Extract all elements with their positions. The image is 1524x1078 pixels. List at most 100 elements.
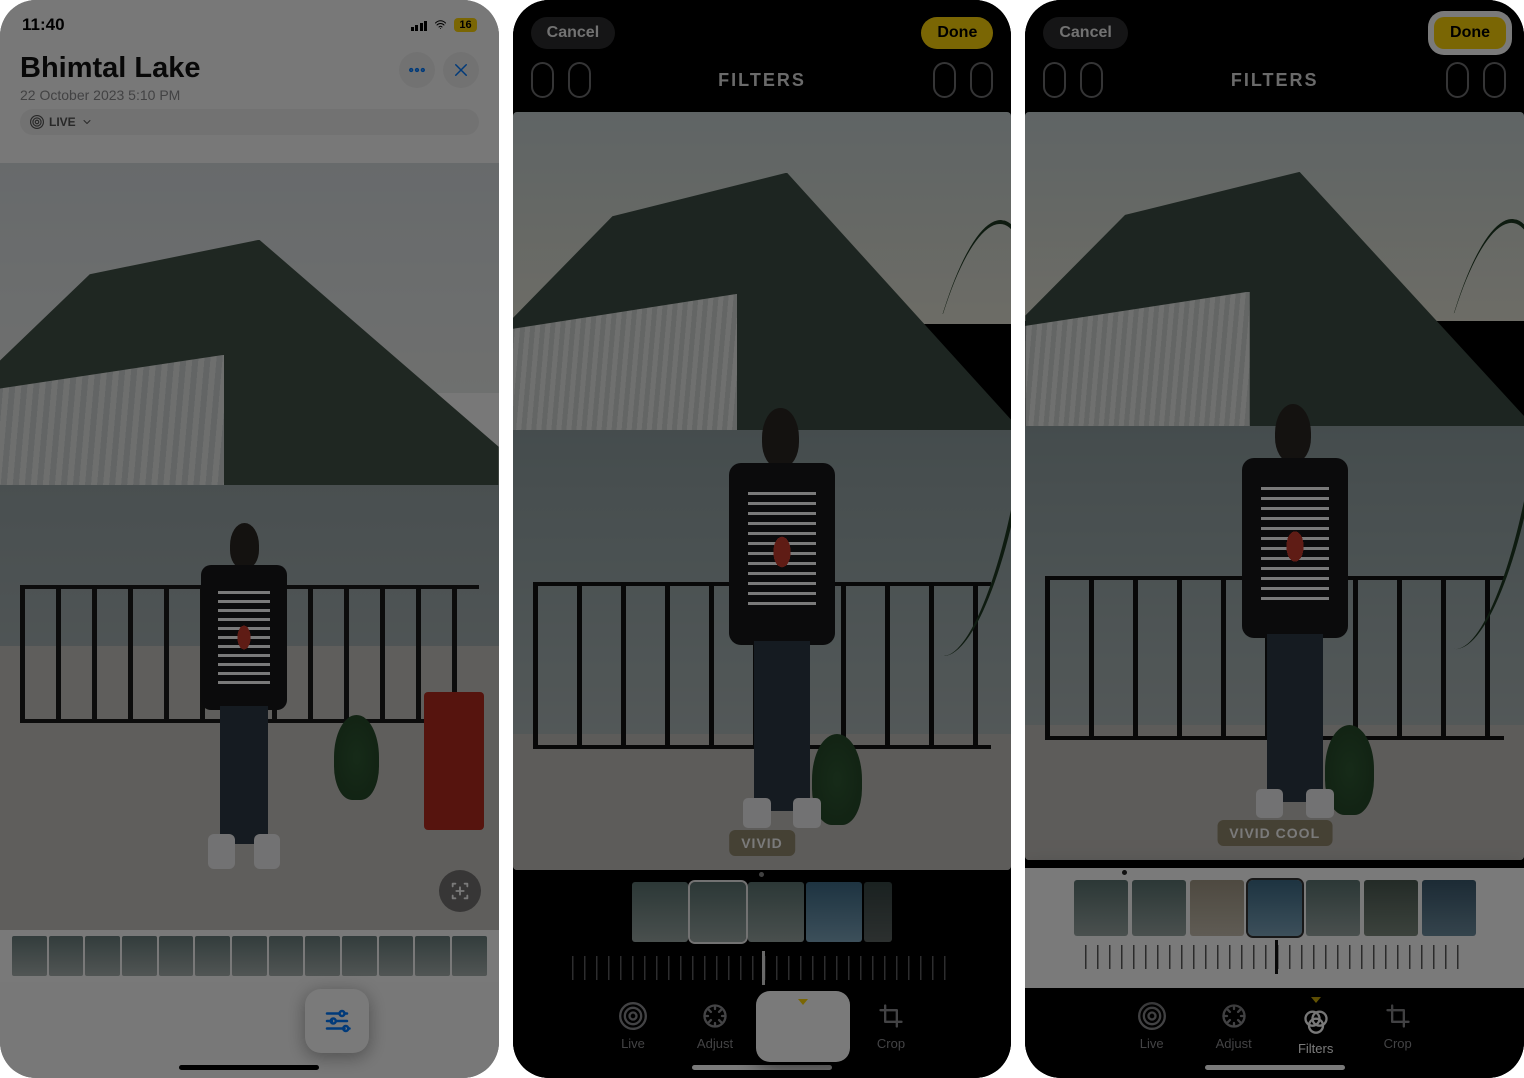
undo-button[interactable] xyxy=(531,62,554,98)
redo-button[interactable] xyxy=(1080,62,1103,98)
photo-edit-preview[interactable]: VIVID xyxy=(513,112,1012,870)
redo-icon xyxy=(1083,71,1101,89)
more-button[interactable] xyxy=(399,52,435,88)
crop-icon xyxy=(877,1002,905,1030)
tab-adjust[interactable]: Adjust xyxy=(1193,1002,1275,1051)
filter-thumb[interactable] xyxy=(1306,880,1360,936)
cancel-button[interactable]: Cancel xyxy=(531,17,615,49)
cancel-label: Cancel xyxy=(1059,24,1111,42)
current-filter-chip: VIVID COOL xyxy=(1217,820,1332,846)
filter-thumb[interactable] xyxy=(864,882,892,942)
info-icon xyxy=(227,1008,253,1034)
undo-icon xyxy=(1046,71,1064,89)
tab-adjust[interactable]: Adjust xyxy=(674,1002,756,1051)
filter-thumb[interactable] xyxy=(632,882,688,942)
info-button[interactable] xyxy=(217,998,263,1044)
tab-label: Crop xyxy=(877,1036,905,1051)
close-icon xyxy=(452,61,470,79)
tab-live[interactable]: Live xyxy=(1111,1002,1193,1051)
tab-live[interactable]: Live xyxy=(592,1002,674,1051)
favorite-button[interactable] xyxy=(130,998,176,1044)
ellipsis-icon xyxy=(973,71,991,89)
home-indicator[interactable] xyxy=(1205,1065,1345,1070)
sliders-icon xyxy=(322,1006,352,1036)
delete-button[interactable] xyxy=(410,998,456,1044)
tab-crop[interactable]: Crop xyxy=(850,1002,932,1051)
section-title: FILTERS xyxy=(1103,70,1446,91)
live-badge[interactable]: LIVE xyxy=(20,109,479,135)
ellipsis-icon xyxy=(1486,71,1504,89)
live-icon xyxy=(1138,1002,1166,1030)
page-subtitle: 22 October 2023 5:10 PM xyxy=(20,87,201,103)
filter-thumb[interactable] xyxy=(1190,880,1244,936)
markup-icon xyxy=(936,71,954,89)
chevron-down-icon xyxy=(81,116,93,128)
filter-strip[interactable] xyxy=(513,878,1012,948)
redo-button[interactable] xyxy=(568,62,591,98)
filter-intensity-slider[interactable] xyxy=(513,948,1012,988)
tab-label: Adjust xyxy=(697,1036,733,1051)
crop-icon xyxy=(1384,1002,1412,1030)
visual-lookup-icon xyxy=(449,880,471,902)
undo-icon xyxy=(533,71,551,89)
adjust-icon xyxy=(701,1002,729,1030)
tab-filters[interactable]: Filters xyxy=(1275,997,1357,1056)
live-label: LIVE xyxy=(49,115,76,129)
markup-icon xyxy=(1449,71,1467,89)
status-time: 11:40 xyxy=(22,15,65,35)
adjust-icon xyxy=(1220,1002,1248,1030)
photo-preview[interactable] xyxy=(0,163,499,930)
trash-icon xyxy=(420,1008,446,1034)
tab-label: Filters xyxy=(1298,1041,1333,1056)
triangle-indicator-icon xyxy=(1311,997,1321,1003)
close-button[interactable] xyxy=(443,52,479,88)
tab-filters[interactable]: Filters xyxy=(762,999,844,1058)
share-button[interactable] xyxy=(43,998,89,1044)
filters-icon xyxy=(789,1009,817,1037)
home-indicator[interactable] xyxy=(179,1065,319,1070)
markup-button[interactable] xyxy=(933,62,956,98)
tab-filters-highlight: Filters xyxy=(756,991,850,1062)
edit-button[interactable] xyxy=(305,989,369,1053)
section-title: FILTERS xyxy=(591,70,934,91)
tab-label: Crop xyxy=(1384,1036,1412,1051)
status-bar: 11:40 16 xyxy=(0,0,499,44)
filter-thumb[interactable] xyxy=(806,882,862,942)
wifi-icon xyxy=(433,19,448,31)
ellipsis-icon xyxy=(407,60,427,80)
filter-thumb[interactable] xyxy=(748,882,804,942)
filter-thumb[interactable] xyxy=(1074,880,1128,936)
page-title: Bhimtal Lake xyxy=(20,52,201,85)
done-label: Done xyxy=(937,24,977,42)
filter-thumb[interactable] xyxy=(1422,880,1476,936)
home-indicator[interactable] xyxy=(692,1065,832,1070)
filters-highlight-panel xyxy=(1025,868,1524,988)
filter-intensity-slider[interactable] xyxy=(1035,940,1514,974)
undo-button[interactable] xyxy=(1043,62,1066,98)
cellular-icon xyxy=(411,19,428,31)
current-filter-chip: VIVID xyxy=(729,830,795,856)
photo-edit-preview[interactable]: VIVID COOL xyxy=(1025,112,1524,860)
live-icon xyxy=(30,115,44,129)
filter-thumb[interactable] xyxy=(1364,880,1418,936)
filter-thumb-selected[interactable] xyxy=(690,882,746,942)
done-button[interactable]: Done xyxy=(921,17,993,49)
tab-crop[interactable]: Crop xyxy=(1357,1002,1439,1051)
photo-thumbstrip[interactable] xyxy=(0,930,499,982)
done-button[interactable]: Done xyxy=(1434,17,1506,49)
filter-thumb[interactable] xyxy=(1132,880,1186,936)
battery-badge: 16 xyxy=(454,18,476,32)
redo-icon xyxy=(570,71,588,89)
filter-strip[interactable] xyxy=(1035,876,1514,940)
more-button[interactable] xyxy=(970,62,993,98)
filter-thumb-selected[interactable] xyxy=(1248,880,1302,936)
tab-label: Adjust xyxy=(1216,1036,1252,1051)
heart-icon xyxy=(140,1008,166,1034)
live-icon xyxy=(619,1002,647,1030)
markup-button[interactable] xyxy=(1446,62,1469,98)
more-button[interactable] xyxy=(1483,62,1506,98)
tab-label: Filters xyxy=(785,1043,820,1058)
cancel-button[interactable]: Cancel xyxy=(1043,17,1127,49)
visual-lookup-button[interactable] xyxy=(439,870,481,912)
cancel-label: Cancel xyxy=(547,24,599,42)
